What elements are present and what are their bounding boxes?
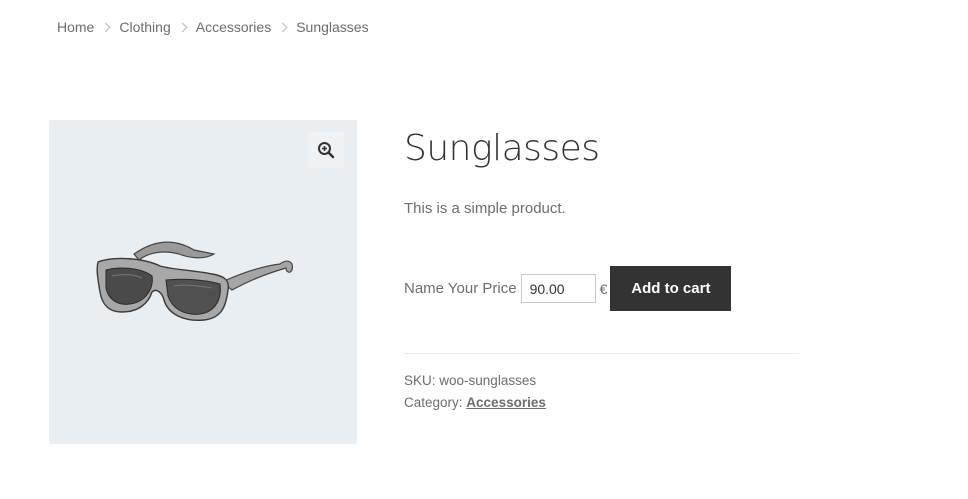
breadcrumb-clothing[interactable]: Clothing	[119, 18, 170, 36]
breadcrumb-home[interactable]: Home	[57, 18, 94, 36]
product-summary: Sunglasses This is a simple product. Nam…	[404, 120, 799, 410]
product-description: This is a simple product.	[404, 200, 566, 217]
breadcrumb-current: Sunglasses	[296, 19, 369, 35]
category-row: Category: Accessories	[404, 392, 546, 414]
currency-symbol: €	[599, 280, 608, 297]
category-link[interactable]: Accessories	[466, 395, 546, 410]
add-to-cart-button[interactable]: Add to cart	[610, 266, 732, 311]
breadcrumb-accessories[interactable]: Accessories	[196, 18, 271, 36]
divider	[404, 353, 799, 354]
chevron-right-icon	[277, 22, 288, 32]
zoom-in-icon	[318, 142, 335, 159]
add-to-cart-form: Name Your Price € Add to cart	[404, 266, 732, 311]
product-title: Sunglasses	[404, 128, 600, 169]
product-image-sunglasses[interactable]	[94, 236, 296, 322]
price-label: Name Your Price	[404, 280, 517, 297]
product-meta: SKU: woo-sunglasses Category: Accessorie…	[404, 370, 546, 414]
chevron-right-icon	[177, 22, 188, 32]
zoom-button[interactable]	[308, 132, 344, 168]
breadcrumb: Home Clothing Accessories Sunglasses	[57, 18, 369, 36]
sku-value: woo-sunglasses	[439, 373, 537, 388]
category-label: Category:	[404, 395, 463, 410]
chevron-right-icon	[100, 22, 111, 32]
price-input[interactable]	[520, 274, 596, 303]
sku-label: SKU:	[404, 373, 436, 388]
sku-row: SKU: woo-sunglasses	[404, 370, 546, 392]
